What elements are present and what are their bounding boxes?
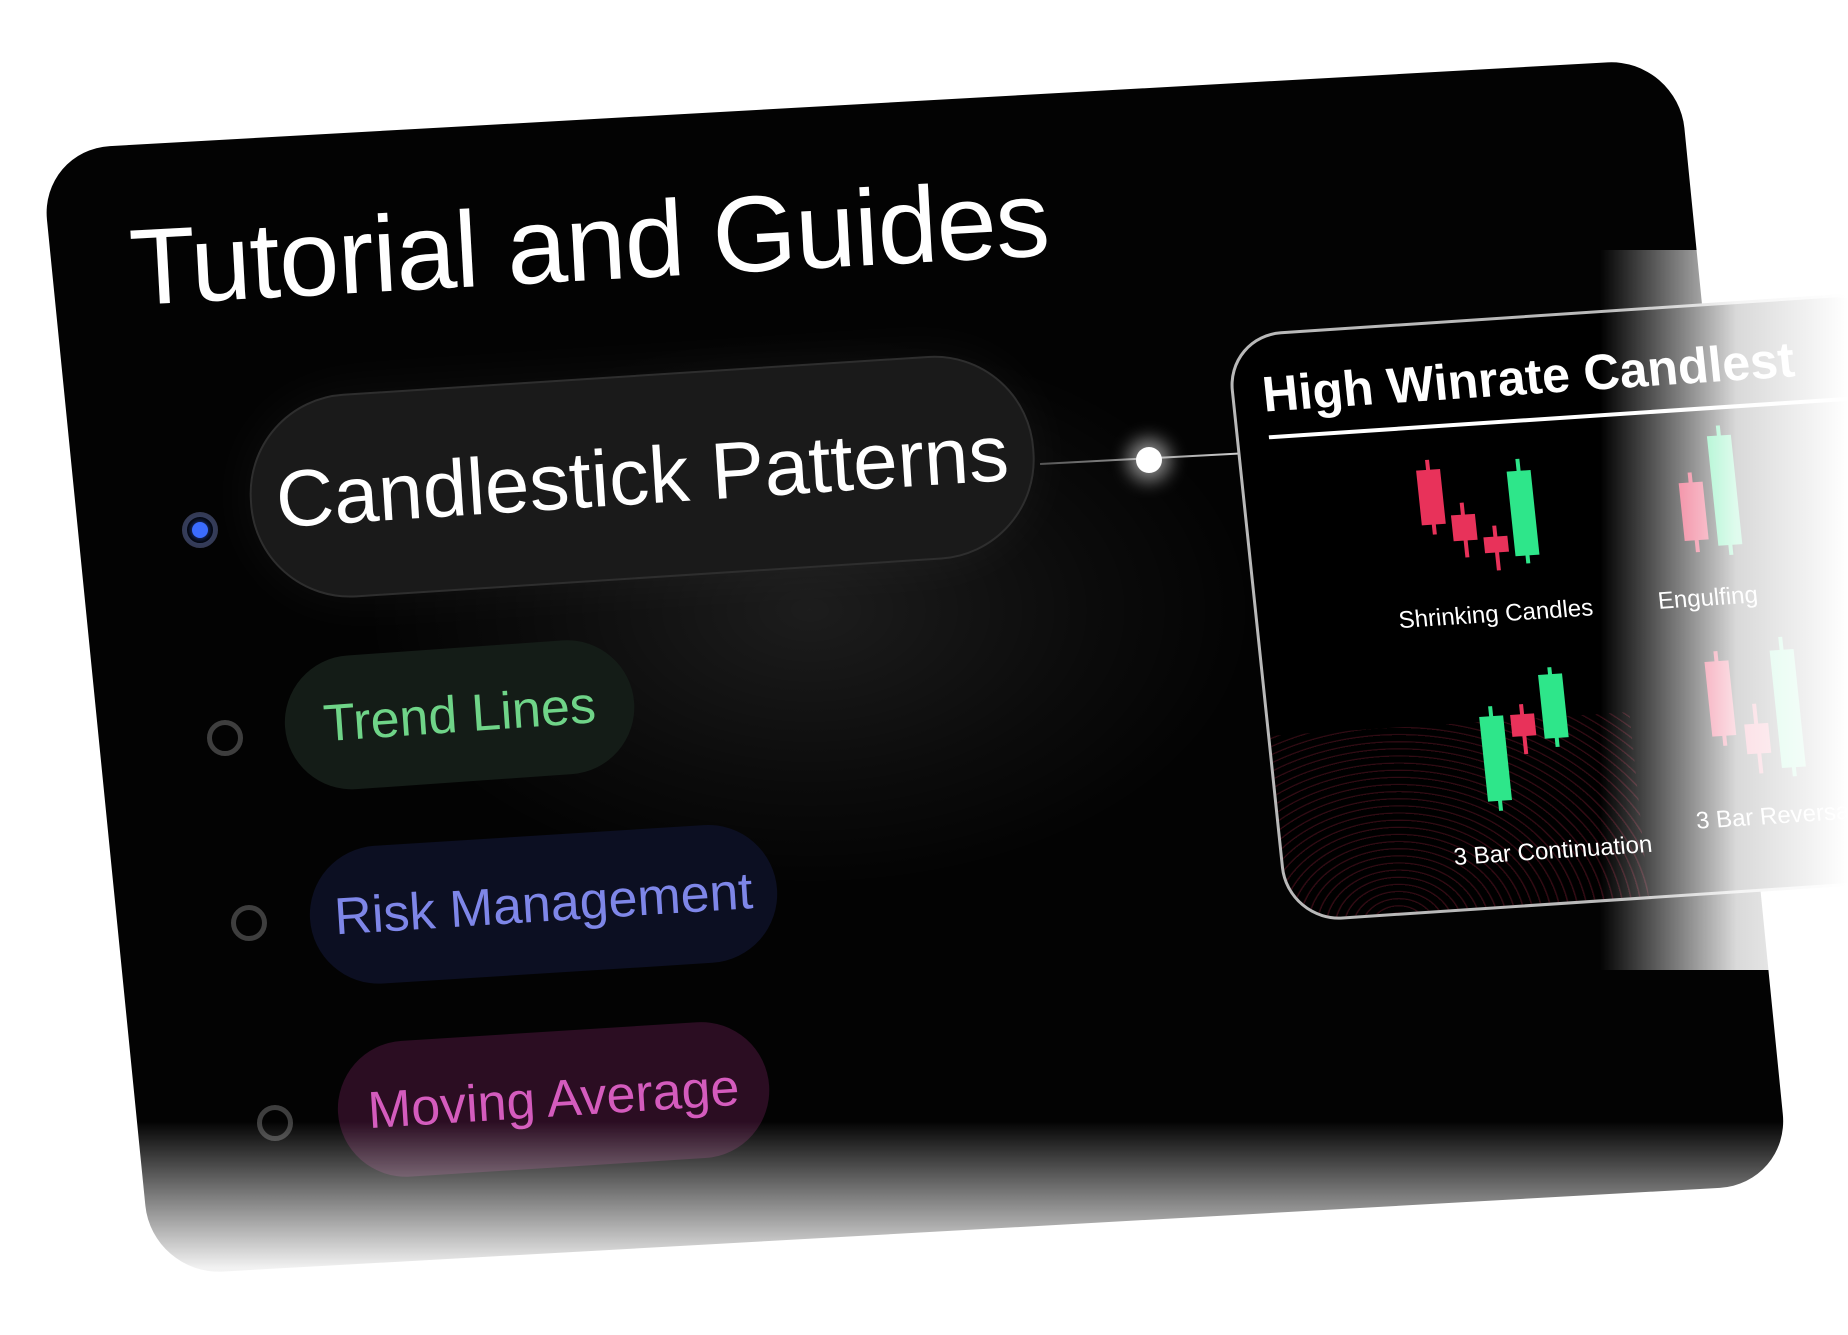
topic-label: Moving Average: [366, 1058, 741, 1141]
tutorial-stage: Tutorial and Guides Candlestick Patterns…: [0, 0, 1848, 1335]
pattern-label: Engulfing: [1656, 581, 1760, 615]
connector-dot: [1136, 447, 1162, 473]
engulfing-icon: [1678, 425, 1743, 556]
topic-label: Candlestick Patterns: [273, 408, 1012, 545]
pattern-label: Shrinking Candles: [1397, 594, 1595, 635]
topic-risk-management[interactable]: Risk Management: [305, 820, 782, 988]
shrinking-candles-icon: [1416, 458, 1540, 571]
topic-trend-lines[interactable]: Trend Lines: [280, 635, 639, 794]
preview-card[interactable]: High Winrate Candlest Shrinking Candles …: [1225, 290, 1848, 924]
topic-moving-average[interactable]: Moving Average: [333, 1018, 774, 1181]
three-bar-reversal-icon: [1704, 636, 1806, 777]
radio-risk-management[interactable]: [231, 905, 267, 941]
three-bar-continuation-icon: [1479, 667, 1569, 811]
topic-label: Trend Lines: [321, 676, 598, 754]
radio-candlestick-patterns[interactable]: [182, 512, 218, 548]
radio-trend-lines[interactable]: [207, 720, 243, 756]
radio-moving-average[interactable]: [257, 1105, 293, 1141]
pattern-label: 3 Bar Reversa: [1694, 797, 1848, 835]
topic-label: Risk Management: [332, 862, 755, 947]
